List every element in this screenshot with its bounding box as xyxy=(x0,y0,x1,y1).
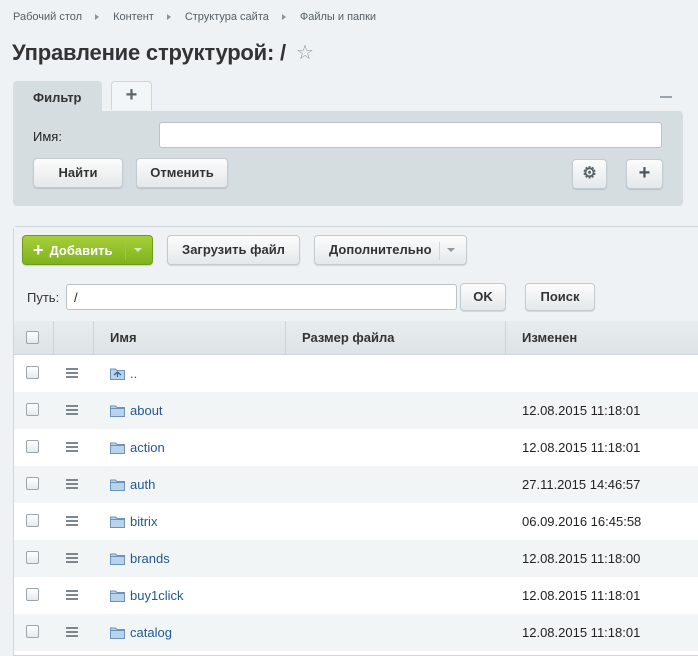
row-checkbox[interactable] xyxy=(26,588,39,601)
breadcrumb: Рабочий стол Контент Структура сайта Фай… xyxy=(13,11,376,23)
modified-date: 12.08.2015 11:18:01 xyxy=(522,440,641,455)
modified-date: 12.08.2015 11:18:01 xyxy=(522,403,641,418)
row-checkbox[interactable] xyxy=(26,403,39,416)
folder-icon xyxy=(110,404,125,417)
plus-icon: + xyxy=(125,84,138,106)
table-row[interactable]: .. xyxy=(14,355,698,392)
folder-icon xyxy=(110,441,125,454)
column-header-modified[interactable]: Изменен xyxy=(506,321,698,354)
header-actions-cell xyxy=(54,321,94,354)
file-list-panel: + Добавить Загрузить файл Дополнительно П… xyxy=(13,226,698,656)
table-row[interactable]: buy1click 12.08.2015 11:18:01 xyxy=(14,577,698,614)
divider xyxy=(439,242,440,260)
row-checkbox[interactable] xyxy=(26,514,39,527)
path-input[interactable] xyxy=(66,284,457,310)
table-row[interactable]: catalog 12.08.2015 11:18:01 xyxy=(14,614,698,651)
column-header-name[interactable]: Имя xyxy=(94,321,286,354)
filter-name-input[interactable] xyxy=(159,122,662,148)
upload-file-button[interactable]: Загрузить файл xyxy=(167,235,300,265)
table-row[interactable]: auth 27.11.2015 14:46:57 xyxy=(14,466,698,503)
folder-icon xyxy=(110,552,125,565)
breadcrumb-item-desktop[interactable]: Рабочий стол xyxy=(13,11,82,23)
add-filter-field-button[interactable]: + xyxy=(626,159,663,189)
breadcrumb-item-content[interactable]: Контент xyxy=(113,11,154,23)
folder-icon xyxy=(110,626,125,639)
file-name-link[interactable]: buy1click xyxy=(130,588,183,603)
menu-icon[interactable] xyxy=(66,442,78,452)
breadcrumb-separator-icon xyxy=(166,14,171,20)
menu-icon[interactable] xyxy=(66,590,78,600)
file-name-link[interactable]: .. xyxy=(130,366,137,381)
file-name-link[interactable]: catalog xyxy=(130,625,172,640)
file-name-link[interactable]: bitrix xyxy=(130,514,157,529)
menu-icon[interactable] xyxy=(66,479,78,489)
add-filter-tab-button[interactable]: + xyxy=(111,81,152,110)
cancel-button[interactable]: Отменить xyxy=(136,158,228,188)
find-button[interactable]: Найти xyxy=(33,158,123,188)
row-checkbox[interactable] xyxy=(26,366,39,379)
file-name-link[interactable]: brands xyxy=(130,551,170,566)
star-icon[interactable]: ☆ xyxy=(296,43,314,63)
header-checkbox-cell xyxy=(14,321,54,354)
toolbar: + Добавить Загрузить файл Дополнительно П… xyxy=(14,227,698,322)
breadcrumb-separator-icon xyxy=(281,14,286,20)
collapse-filter-icon[interactable] xyxy=(660,96,672,98)
table-row[interactable]: about 12.08.2015 11:18:01 xyxy=(14,392,698,429)
gear-icon: ⚙ xyxy=(582,165,597,182)
modified-date: 27.11.2015 14:46:57 xyxy=(522,477,641,492)
more-actions-label: Дополнительно xyxy=(329,242,432,257)
filter-panel: Имя: Найти Отменить ⚙ + xyxy=(13,111,683,206)
modified-date: 12.08.2015 11:18:01 xyxy=(522,588,641,603)
column-header-size[interactable]: Размер файла xyxy=(286,321,506,354)
table-header: Имя Размер файла Изменен xyxy=(14,321,698,355)
table-row[interactable]: brands 12.08.2015 11:18:00 xyxy=(14,540,698,577)
folder-icon xyxy=(110,515,125,528)
menu-icon[interactable] xyxy=(66,405,78,415)
page-title: Управление структурой: / xyxy=(12,40,286,65)
page-title-wrap: Управление структурой: / ☆ xyxy=(12,40,314,66)
divider xyxy=(125,242,126,260)
row-checkbox[interactable] xyxy=(26,440,39,453)
search-button[interactable]: Поиск xyxy=(525,283,595,311)
folder-icon xyxy=(110,478,125,491)
folder-icon xyxy=(110,589,125,602)
table-row[interactable]: bitrix 06.09.2016 16:45:58 xyxy=(14,503,698,540)
select-all-checkbox[interactable] xyxy=(26,331,39,344)
ok-button[interactable]: OK xyxy=(460,283,506,311)
file-name-link[interactable]: about xyxy=(130,403,163,418)
menu-icon[interactable] xyxy=(66,516,78,526)
file-name-link[interactable]: auth xyxy=(130,477,155,492)
add-button[interactable]: + Добавить xyxy=(22,235,153,265)
menu-icon[interactable] xyxy=(66,368,78,378)
modified-date: 06.09.2016 16:45:58 xyxy=(522,514,642,529)
table-row[interactable]: action 12.08.2015 11:18:01 xyxy=(14,429,698,466)
row-checkbox[interactable] xyxy=(26,625,39,638)
filter-settings-button[interactable]: ⚙ xyxy=(572,159,607,189)
chevron-down-icon xyxy=(447,248,455,252)
modified-date: 12.08.2015 11:18:01 xyxy=(522,625,641,640)
breadcrumb-item-files-folders[interactable]: Файлы и папки xyxy=(300,11,376,23)
row-checkbox[interactable] xyxy=(26,551,39,564)
chevron-down-icon[interactable] xyxy=(134,248,142,252)
plus-icon: + xyxy=(33,240,44,260)
breadcrumb-item-site-structure[interactable]: Структура сайта xyxy=(185,11,269,23)
file-name-link[interactable]: action xyxy=(130,440,165,455)
plus-icon: + xyxy=(638,162,651,184)
path-label: Путь: xyxy=(27,290,60,305)
more-actions-button[interactable]: Дополнительно xyxy=(314,235,467,265)
modified-date: 12.08.2015 11:18:00 xyxy=(522,551,641,566)
add-button-label: Добавить xyxy=(49,243,113,258)
breadcrumb-separator-icon xyxy=(95,14,100,20)
menu-icon[interactable] xyxy=(66,553,78,563)
row-checkbox[interactable] xyxy=(26,477,39,490)
filter-name-label: Имя: xyxy=(33,129,62,144)
menu-icon[interactable] xyxy=(66,627,78,637)
tab-filter[interactable]: Фильтр xyxy=(13,81,102,113)
up-folder-icon xyxy=(110,367,125,380)
